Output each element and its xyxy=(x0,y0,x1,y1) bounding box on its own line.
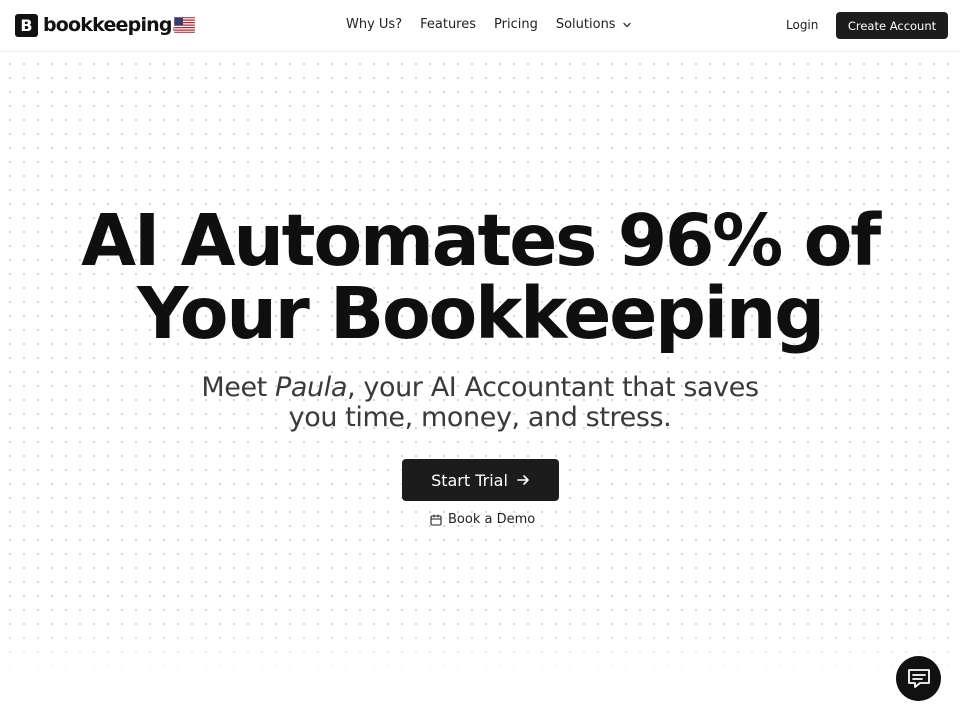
create-account-button[interactable]: Create Account xyxy=(836,12,948,39)
logo-mark: B xyxy=(15,13,38,37)
headline-line-2: Your Bookkeeping xyxy=(137,272,825,355)
subtitle-post: , your AI Accountant that saves xyxy=(347,372,759,403)
nav-pricing[interactable]: Pricing xyxy=(494,17,538,32)
chevron-down-icon xyxy=(622,22,631,27)
nav-solutions-label: Solutions xyxy=(555,17,616,32)
us-flag-icon[interactable] xyxy=(174,17,195,33)
arrow-right-icon xyxy=(517,475,529,485)
hero-subtitle: Meet Paula, your AI Accountant that save… xyxy=(0,373,960,433)
nav-features[interactable]: Features xyxy=(420,17,476,32)
start-trial-label: Start Trial xyxy=(431,470,508,490)
main-menu: Why Us? Features Pricing Solutions xyxy=(346,17,650,32)
subtitle-pre: Meet xyxy=(201,372,276,403)
brand-name: bookkeeping.ai xyxy=(43,14,197,36)
dotted-background xyxy=(0,52,960,677)
subtitle-name: Paula xyxy=(275,372,348,403)
top-navigation: B bookkeeping.ai Why Us? Features Pricin… xyxy=(0,0,960,52)
start-trial-button[interactable]: Start Trial xyxy=(402,459,559,501)
chat-widget-button[interactable] xyxy=(896,656,941,701)
hero-headline: AI Automates 96% of Your Bookkeeping xyxy=(0,204,960,350)
book-demo-label: Book a Demo xyxy=(448,512,536,527)
subtitle-line-2: you time, money, and stress. xyxy=(288,402,672,433)
nav-solutions[interactable]: Solutions xyxy=(556,17,632,32)
login-link[interactable]: Login xyxy=(786,18,818,32)
headline-line-1: AI Automates 96% of xyxy=(81,199,881,282)
brand-logo[interactable]: B bookkeeping.ai xyxy=(15,13,197,37)
nav-why-us[interactable]: Why Us? xyxy=(346,17,402,32)
background-fade xyxy=(0,620,960,680)
chat-bubble-icon xyxy=(907,668,930,688)
calendar-icon xyxy=(430,513,442,526)
book-demo-link[interactable]: Book a Demo xyxy=(430,512,535,527)
